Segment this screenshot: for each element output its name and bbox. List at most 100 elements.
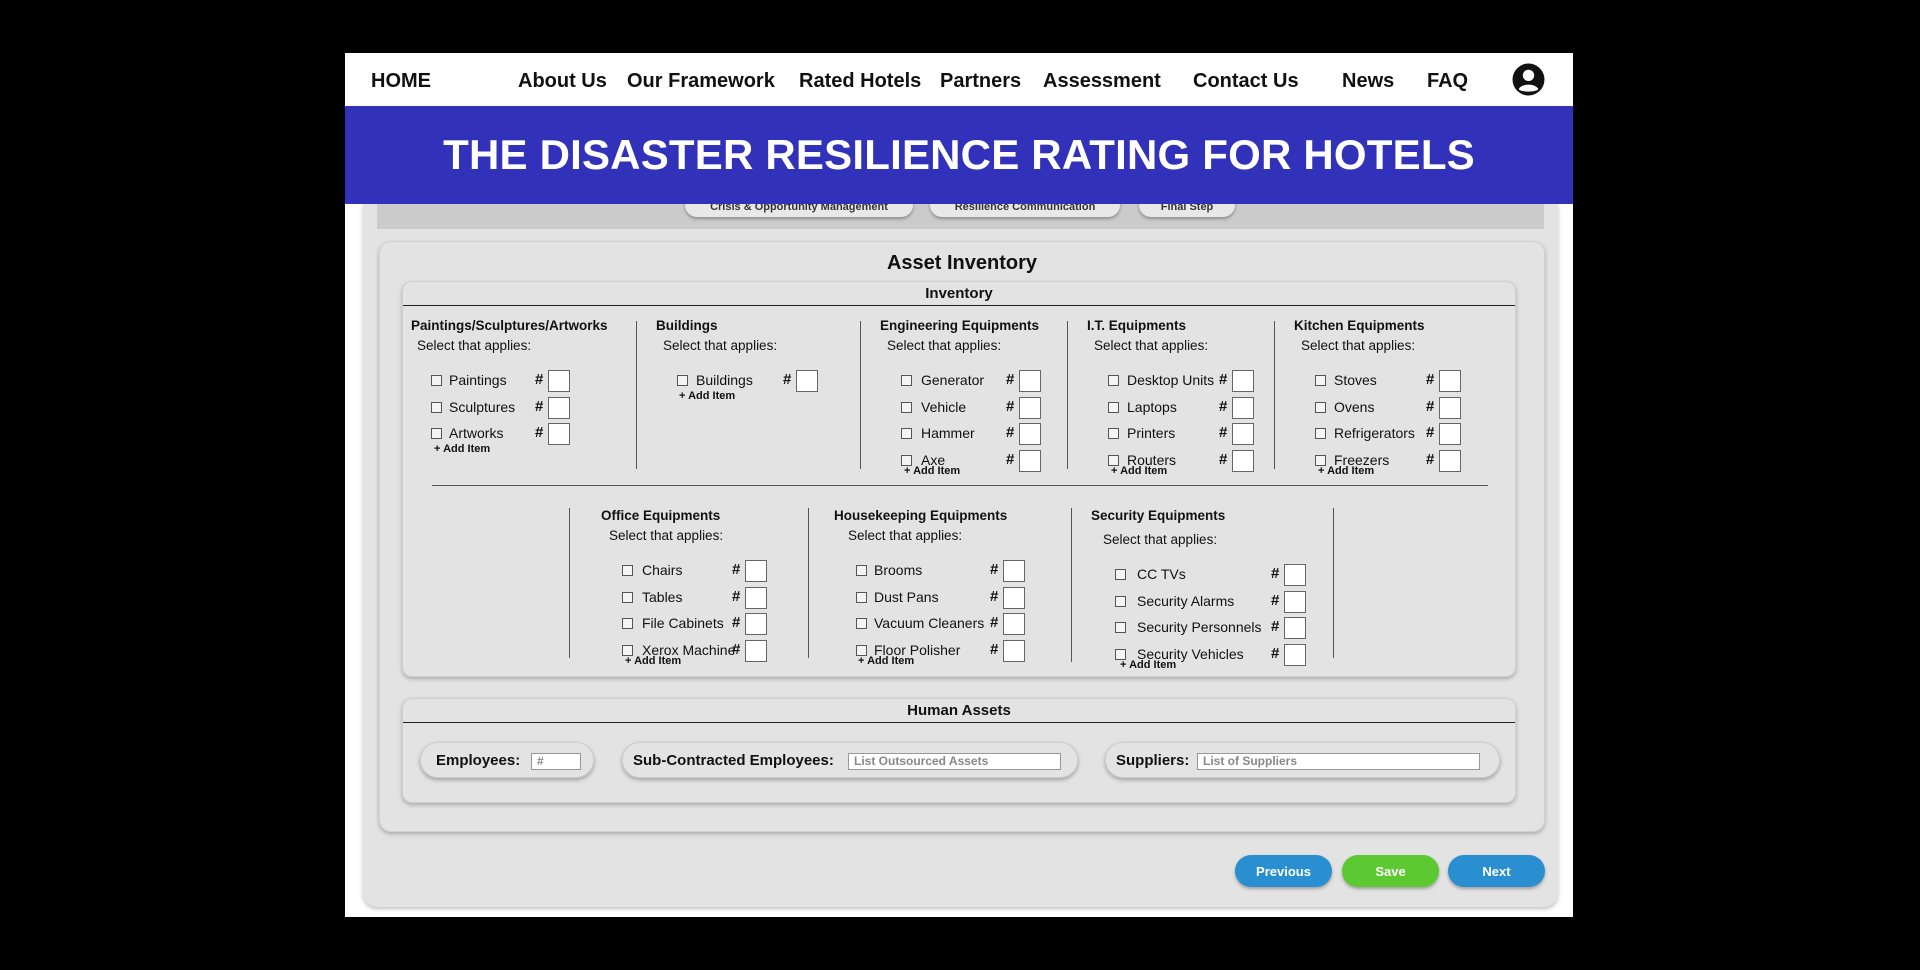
item-quantity-input[interactable] xyxy=(548,423,570,445)
item-checkbox[interactable] xyxy=(1315,375,1326,386)
item-quantity-input[interactable] xyxy=(548,396,570,419)
nav-rated-hotels[interactable]: Rated Hotels xyxy=(799,70,921,93)
item-quantity-input[interactable] xyxy=(1019,396,1041,419)
item-checkbox[interactable] xyxy=(1115,569,1126,580)
item-checkbox[interactable] xyxy=(1108,375,1119,386)
add-item-link[interactable]: + Add Item xyxy=(858,655,914,667)
nav-partners[interactable]: Partners xyxy=(940,70,1021,93)
nav-assessment[interactable]: Assessment xyxy=(1043,70,1161,93)
item-checkbox[interactable] xyxy=(856,644,867,656)
item-checkbox[interactable] xyxy=(901,375,912,386)
suppliers-input[interactable]: List of Suppliers xyxy=(1197,753,1480,770)
item-label: File Cabinets xyxy=(642,615,724,631)
previous-button[interactable]: Previous xyxy=(1235,855,1332,887)
item-quantity-input[interactable] xyxy=(1284,590,1306,613)
item-checkbox[interactable] xyxy=(1108,428,1119,439)
add-item-link[interactable]: + Add Item xyxy=(434,443,490,455)
item-checkbox[interactable] xyxy=(622,644,633,656)
item-checkbox[interactable] xyxy=(677,375,688,386)
employees-input[interactable]: # xyxy=(531,753,581,770)
item-checkbox[interactable] xyxy=(1315,454,1326,466)
item-checkbox[interactable] xyxy=(1115,648,1126,660)
item-quantity-input[interactable] xyxy=(1019,370,1041,392)
add-item-link[interactable]: + Add Item xyxy=(904,465,960,477)
item-checkbox[interactable] xyxy=(901,454,912,466)
nav-our-framework[interactable]: Our Framework xyxy=(627,70,775,93)
add-item-link[interactable]: + Add Item xyxy=(679,390,735,402)
item-checkbox[interactable] xyxy=(1315,401,1326,413)
inventory-item: Desktop Units # xyxy=(1087,369,1256,393)
item-quantity-input[interactable] xyxy=(796,370,818,392)
item-quantity-input[interactable] xyxy=(1003,560,1025,582)
item-checkbox[interactable] xyxy=(622,618,633,629)
item-quantity-input[interactable] xyxy=(1019,449,1041,472)
inventory-item: Tables # xyxy=(601,586,769,610)
nav-contact-us[interactable]: Contact Us xyxy=(1193,70,1299,93)
item-checkbox[interactable] xyxy=(1115,622,1126,633)
item-checkbox[interactable] xyxy=(431,428,442,439)
item-checkbox[interactable] xyxy=(856,565,867,576)
human-assets-title: Human Assets xyxy=(403,699,1515,723)
hash-symbol: # xyxy=(732,587,741,605)
hash-symbol: # xyxy=(1271,618,1280,635)
item-checkbox[interactable] xyxy=(431,375,442,386)
divider xyxy=(569,508,570,658)
item-quantity-input[interactable] xyxy=(745,586,767,609)
nav-faq[interactable]: FAQ xyxy=(1427,70,1468,93)
item-label: Vacuum Cleaners xyxy=(874,615,985,631)
item-checkbox[interactable] xyxy=(1115,595,1126,607)
suppliers-label: Suppliers: xyxy=(1116,752,1190,769)
item-quantity-input[interactable] xyxy=(1439,370,1461,392)
user-profile-icon[interactable] xyxy=(1512,63,1545,96)
hash-symbol: # xyxy=(1006,424,1015,441)
next-button[interactable]: Next xyxy=(1448,855,1545,887)
item-checkbox[interactable] xyxy=(856,618,867,629)
inventory-item: File Cabinets # xyxy=(601,612,769,636)
item-quantity-input[interactable] xyxy=(745,613,767,635)
item-quantity-input[interactable] xyxy=(1284,617,1306,639)
select-prompt: Select that applies: xyxy=(848,528,963,543)
item-quantity-input[interactable] xyxy=(745,639,767,662)
item-checkbox[interactable] xyxy=(901,428,912,439)
item-checkbox[interactable] xyxy=(622,591,633,603)
item-quantity-input[interactable] xyxy=(1284,564,1306,586)
subcontracted-label: Sub-Contracted Employees: xyxy=(633,752,834,769)
nav-about-us[interactable]: About Us xyxy=(518,70,607,93)
item-checkbox[interactable] xyxy=(1315,428,1326,439)
item-quantity-input[interactable] xyxy=(1232,449,1254,472)
item-quantity-input[interactable] xyxy=(1232,396,1254,419)
group-paintings: Paintings/Sculptures/Artworks Select tha… xyxy=(411,318,608,455)
item-checkbox[interactable] xyxy=(1108,454,1119,466)
item-checkbox[interactable] xyxy=(856,591,867,603)
item-quantity-input[interactable] xyxy=(1439,423,1461,445)
nav-news[interactable]: News xyxy=(1342,70,1394,93)
item-checkbox[interactable] xyxy=(622,565,633,576)
item-quantity-input[interactable] xyxy=(1019,423,1041,445)
add-item-link[interactable]: + Add Item xyxy=(625,655,681,667)
item-quantity-input[interactable] xyxy=(1003,613,1025,635)
add-item-link[interactable]: + Add Item xyxy=(1318,465,1374,477)
group-title: Engineering Equipments xyxy=(880,318,1040,333)
item-quantity-input[interactable] xyxy=(1232,370,1254,392)
add-item-link[interactable]: + Add Item xyxy=(1120,659,1176,671)
item-quantity-input[interactable] xyxy=(745,560,767,582)
group-title: I.T. Equipments xyxy=(1087,318,1187,333)
item-quantity-input[interactable] xyxy=(1003,586,1025,609)
item-quantity-input[interactable] xyxy=(1232,423,1254,445)
select-prompt: Select that applies: xyxy=(417,338,532,353)
group-it: I.T. Equipments Select that applies: Des… xyxy=(1087,318,1254,477)
item-quantity-input[interactable] xyxy=(1439,449,1461,472)
item-label: Generator xyxy=(921,372,985,388)
item-quantity-input[interactable] xyxy=(1439,396,1461,419)
subcontracted-input[interactable]: List Outsourced Assets xyxy=(848,753,1061,770)
add-item-link[interactable]: + Add Item xyxy=(1111,465,1167,477)
save-button[interactable]: Save xyxy=(1342,855,1439,887)
item-checkbox[interactable] xyxy=(1108,401,1119,413)
item-quantity-input[interactable] xyxy=(548,370,570,392)
item-quantity-input[interactable] xyxy=(1284,643,1306,666)
hash-symbol: # xyxy=(1426,450,1435,468)
item-quantity-input[interactable] xyxy=(1003,639,1025,662)
nav-home[interactable]: HOME xyxy=(371,70,431,93)
item-checkbox[interactable] xyxy=(431,401,442,413)
item-checkbox[interactable] xyxy=(901,401,912,413)
